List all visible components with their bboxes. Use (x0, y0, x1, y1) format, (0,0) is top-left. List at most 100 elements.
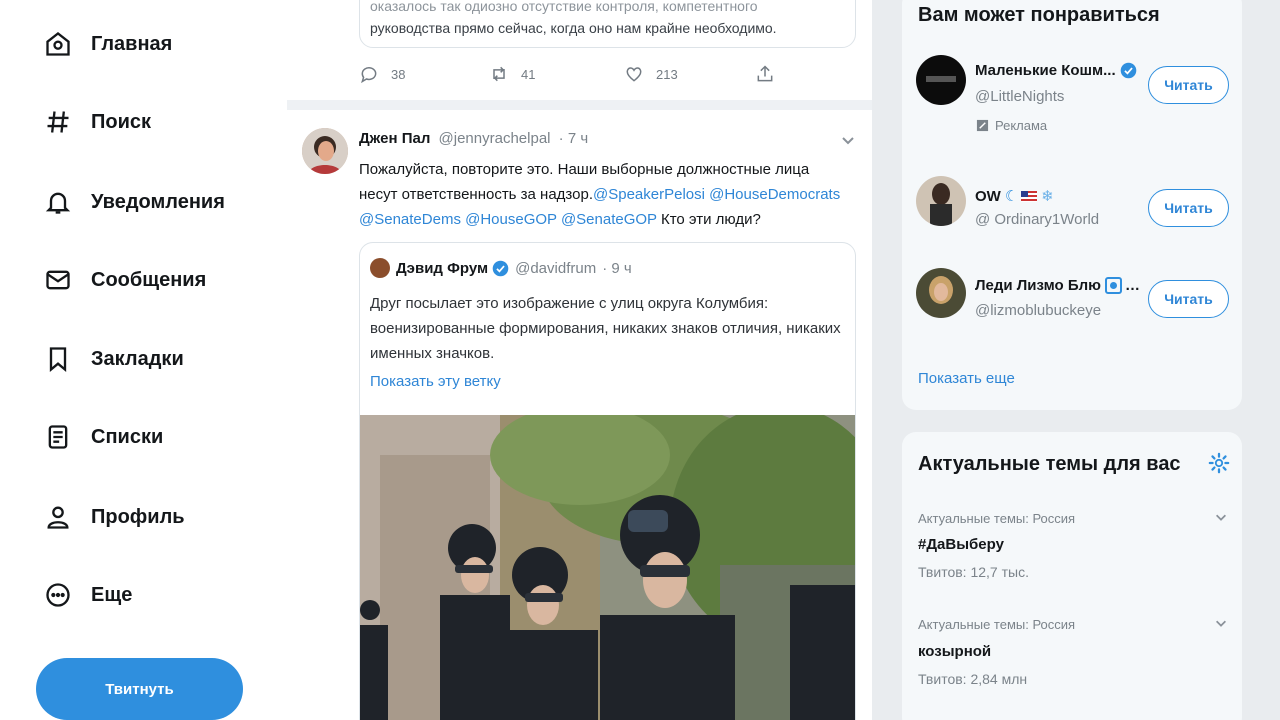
who-to-follow-card: Вам может понравиться Маленькие Кошм... … (902, 0, 1242, 410)
flag-icon (1021, 190, 1038, 202)
nav-item-label: Профиль (91, 505, 185, 528)
mention-link[interactable]: @HouseGOP (465, 211, 557, 228)
previous-quoted-tweet[interactable]: оказалось так одиозно отсутствие контрол… (359, 0, 856, 48)
suggestion-name[interactable]: Маленькие Кошм... (975, 62, 1137, 79)
card-title: Вам может понравиться (918, 4, 1160, 26)
follow-button[interactable]: Читать (1148, 66, 1229, 104)
chevron-down-icon[interactable] (840, 132, 856, 148)
suggestion-name[interactable]: Леди Лизмо Блю … (975, 277, 1140, 294)
nav-item-label: Главная (91, 32, 173, 55)
tweet-time: · 9 ч (602, 260, 632, 277)
nav-item-profile[interactable]: Профиль (44, 497, 185, 537)
like-button[interactable]: 213 (624, 64, 678, 84)
nav-item-explore[interactable]: Поиск (44, 102, 151, 142)
share-icon (757, 65, 773, 82)
left-navigation: Главная Поиск Уведомления Сообщения Закл… (0, 0, 287, 720)
tweet-time[interactable]: · 7 ч (559, 130, 589, 147)
heart-icon (626, 67, 642, 82)
right-sidebar: Вам может понравиться Маленькие Кошм... … (872, 0, 1280, 720)
mention-link[interactable]: @SenateDems (359, 211, 461, 228)
tweet-separator (287, 100, 872, 110)
suggestion-handle: @lizmoblubuckeye (975, 302, 1102, 319)
avatar[interactable] (916, 176, 966, 226)
reply-icon (361, 67, 377, 84)
mention-link[interactable]: @SpeakerPelosi (593, 186, 705, 203)
tweet-header: Джен Пал @jennyrachelpal · 7 ч (359, 130, 588, 147)
trend-name[interactable]: #ДаВыберу (918, 536, 1004, 553)
home-icon (46, 32, 70, 56)
author-handle: @davidfrum (515, 260, 597, 277)
hash-icon (47, 111, 69, 133)
trend-name[interactable]: козырной (918, 643, 991, 660)
suggestion-name-text: OW (975, 187, 1001, 205)
mention-link[interactable]: @SenateGOP (561, 211, 657, 228)
chevron-down-icon[interactable] (1214, 616, 1228, 630)
nav-item-label: Еще (91, 583, 133, 606)
more-circle-icon (46, 583, 70, 607)
nav-item-label: Поиск (91, 110, 152, 133)
suggestion-name[interactable]: OW ☾ ❄ (975, 187, 1054, 206)
verified-badge-icon (492, 260, 509, 277)
trend-category: Актуальные темы: Россия (918, 511, 1076, 526)
follow-button[interactable]: Читать (1148, 280, 1229, 318)
show-more-link[interactable]: Показать еще (918, 370, 1015, 387)
like-count: 213 (656, 66, 678, 82)
suggestion-handle: @ Ordinary1World (975, 211, 1100, 228)
avatar[interactable] (916, 268, 966, 318)
trends-card: Актуальные темы для вас Актуальные темы:… (902, 432, 1242, 720)
retweet-count: 41 (521, 66, 536, 82)
avatar[interactable] (916, 55, 966, 105)
nav-item-label: Уведомления (91, 190, 225, 213)
author-name[interactable]: Джен Пал (359, 130, 430, 147)
nav-item-label: Сообщения (91, 268, 207, 291)
author-handle[interactable]: @jennyrachelpal (439, 130, 551, 147)
nav-item-more[interactable]: Еще (44, 575, 132, 615)
reply-button[interactable]: 38 (359, 64, 405, 84)
snowflake-icon: ❄ (1041, 188, 1054, 205)
circle-badge-icon (1104, 277, 1122, 294)
nav-item-label: Списки (91, 425, 164, 448)
chevron-down-icon[interactable] (1214, 510, 1228, 524)
suggestion-handle: @LittleNights (975, 88, 1065, 105)
suggestion-name-text: Маленькие Кошм... (975, 62, 1116, 79)
tweet-photo[interactable] (360, 415, 856, 720)
bookmark-icon (49, 347, 67, 372)
promoted-text: Реклама (995, 118, 1048, 133)
avatar-photo (916, 176, 966, 226)
nav-item-notifications[interactable]: Уведомления (44, 182, 225, 222)
bell-icon (45, 192, 71, 214)
moon-icon: ☾ (1004, 188, 1019, 205)
nav-item-messages[interactable]: Сообщения (44, 260, 206, 300)
avatar-photo (916, 268, 966, 318)
avatar-photo (302, 128, 348, 174)
mail-icon (46, 270, 70, 290)
promoted-label: Реклама (976, 118, 1047, 133)
nav-item-home[interactable]: Главная (44, 24, 172, 64)
show-thread-link[interactable]: Показать эту ветку (370, 373, 501, 390)
list-icon (48, 425, 68, 449)
quoted-tweet-header: Дэвид Фрум @davidfrum · 9 ч (396, 260, 632, 277)
quoted-tweet-text: Друг посылает это изображение с улиц окр… (370, 295, 841, 362)
quote-text-line: оказалось так одиозно отсутствие контрол… (370, 0, 758, 14)
quote-text-line: руководства прямо сейчас, когда оно нам … (370, 20, 777, 36)
quoted-tweet[interactable]: Дэвид Фрум @davidfrum · 9 ч Друг посылае… (359, 242, 856, 720)
suggestion-name-text: Леди Лизмо Блю (975, 277, 1101, 294)
follow-button[interactable]: Читать (1148, 189, 1229, 227)
share-button[interactable] (755, 64, 775, 84)
avatar[interactable] (302, 128, 348, 174)
retweet-button[interactable]: 41 (489, 64, 535, 84)
trend-tweet-count: Твитов: 12,7 тыс. (918, 564, 1029, 580)
trend-category: Актуальные темы: Россия (918, 617, 1076, 632)
tweet-button[interactable]: Твитнуть (36, 658, 243, 720)
avatar (370, 258, 390, 278)
author-name: Дэвид Фрум (396, 260, 489, 277)
ellipsis-text: … (1124, 277, 1140, 294)
nav-item-label: Закладки (91, 347, 184, 370)
avatar-photo (916, 55, 966, 105)
nav-item-bookmarks[interactable]: Закладки (44, 339, 184, 379)
reply-count: 38 (391, 66, 406, 82)
nav-item-lists[interactable]: Списки (44, 417, 163, 457)
mention-link[interactable]: @HouseDemocrats (709, 186, 840, 203)
gear-icon[interactable] (1208, 452, 1230, 474)
promoted-icon (976, 119, 989, 132)
